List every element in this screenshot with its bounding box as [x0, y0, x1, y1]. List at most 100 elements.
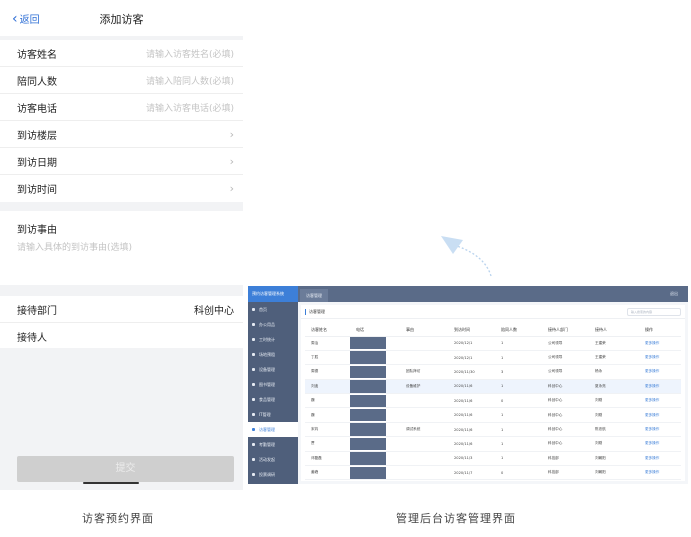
- table-row[interactable]: 周德 团队拜访 2020/11/30 3 公司领导 杨永 更多操作: [305, 364, 681, 380]
- redaction-block: [350, 351, 386, 364]
- cell-host: 陈忠航: [589, 422, 639, 438]
- chevron-right-icon: ›: [229, 127, 234, 141]
- more-actions-link[interactable]: 更多操作: [639, 393, 681, 409]
- table-row-highlighted[interactable]: 刘迪 设备维护 2020/11/6 1 科创中心 夏永亮 更多操作: [305, 379, 681, 395]
- cell-phone-redacted: [350, 379, 400, 395]
- sidebar-item-label: 访客管理: [259, 426, 275, 432]
- table-header-row: 访客姓名 电话 事由 到访时间 陪同人数 接待人部门 接待人 操作: [305, 324, 681, 337]
- cell-dept: 科创中心: [542, 393, 589, 409]
- more-actions-link[interactable]: 更多操作: [639, 465, 681, 481]
- field-label: 访客姓名: [17, 49, 57, 61]
- table-row[interactable]: 周治 2020/12/1 1 公司领导 王建荣 更多操作: [305, 336, 681, 351]
- mobile-caption: 访客预约界面: [82, 512, 154, 525]
- more-actions-link[interactable]: 更多操作: [639, 379, 681, 395]
- main-panel: 访客管理 输入搜索的内容 访客姓名 电话 事由 到访时间 陪同人数 接待人部门: [301, 305, 685, 481]
- visitor-phone-field[interactable]: 访客电话 请输入访客电话(必填): [0, 94, 243, 121]
- reason-label: 到访事由: [17, 225, 57, 236]
- redaction-block: [350, 365, 386, 379]
- cell-phone-redacted: [350, 422, 400, 438]
- sidebar-item[interactable]: 工时统计: [248, 332, 298, 347]
- column-header: 接待人: [589, 324, 639, 337]
- text-fields-group: 访客姓名 请输入访客姓名(必填) 陪同人数 请输入陪同人数(必填) 访客电话 请…: [0, 40, 243, 202]
- table-row[interactable]: 魏 2020/11/6 0 科创中心 刘刚 更多操作: [305, 393, 681, 409]
- sidebar-item[interactable]: IT管理: [248, 407, 298, 422]
- cell-name: 贾: [305, 436, 350, 452]
- more-actions-link[interactable]: 更多操作: [639, 364, 681, 380]
- sidebar-item[interactable]: 场地预租: [248, 347, 298, 362]
- redaction-block: [350, 423, 386, 436]
- companion-count-field[interactable]: 陪同人数 请输入陪同人数(必填): [0, 67, 243, 94]
- location-icon: [252, 353, 255, 356]
- cell-time: 2020/11/6: [448, 436, 495, 452]
- admin-caption: 管理后台访客管理界面: [396, 512, 516, 525]
- receiving-dept-field[interactable]: 接待部门 科创中心: [0, 296, 243, 323]
- cell-name: 魏: [305, 407, 350, 423]
- cell-reason: [400, 336, 448, 351]
- sidebar-item[interactable]: 首页: [248, 302, 298, 317]
- sidebar-item[interactable]: 图书管理: [248, 377, 298, 392]
- cell-host: 刘刚: [589, 436, 639, 452]
- sidebar-item-active[interactable]: 访客管理: [248, 422, 298, 437]
- logout-link[interactable]: 退出: [670, 286, 678, 302]
- table-row[interactable]: 宋钧 调试系统 2020/11/6 1 科创中心 陈忠航 更多操作: [305, 422, 681, 438]
- column-header: 接待人部门: [542, 324, 589, 337]
- picker-label: 到访时间: [17, 185, 57, 196]
- field-placeholder: 请输入访客姓名(必填): [145, 49, 234, 60]
- panel-title: 访客管理: [305, 309, 325, 315]
- visit-date-picker[interactable]: 到访日期 ›: [0, 148, 243, 175]
- vote-icon: [252, 473, 255, 476]
- more-actions-link[interactable]: 更多操作: [639, 350, 681, 366]
- nav-bar: ‹ 返回 添加访客: [0, 0, 243, 36]
- cell-count: 1: [495, 336, 542, 351]
- cell-count: 1: [495, 451, 542, 467]
- tab-visitor-management[interactable]: 访客管理: [300, 289, 328, 302]
- cell-dept: 科技部: [542, 451, 589, 467]
- submit-button[interactable]: 提交: [17, 456, 234, 482]
- cell-dept: 科创中心: [542, 407, 589, 423]
- redaction-block: [350, 452, 386, 465]
- sidebar-item[interactable]: 设备管理: [248, 362, 298, 377]
- column-header: 访客姓名: [305, 324, 350, 337]
- table-row[interactable]: 贾 2020/11/6 1 科创中心 刘刚 更多操作: [305, 436, 681, 452]
- food-icon: [252, 398, 255, 401]
- more-actions-link[interactable]: 更多操作: [639, 422, 681, 438]
- picker-label: 到访楼层: [17, 130, 57, 142]
- search-input[interactable]: 输入搜索的内容: [627, 308, 681, 316]
- sidebar-item[interactable]: 办公用品: [248, 317, 298, 332]
- admin-visitor-management: 预约访客管理系统 访客管理 退出 首页 办公用品 工时统计 场地预租 设备管理 …: [248, 286, 688, 484]
- table-row[interactable]: 姜峰 2020/11/7 0 科技部 刘朝阳 更多操作: [305, 465, 681, 481]
- monitor-icon: [252, 413, 255, 416]
- visit-reason-field[interactable]: 到访事由 请输入具体的到访事由(选填): [0, 211, 243, 285]
- cell-phone-redacted: [350, 336, 400, 351]
- curved-arrow-icon: [441, 236, 492, 277]
- visitor-name-field[interactable]: 访客姓名 请输入访客姓名(必填): [0, 40, 243, 67]
- sidebar-item[interactable]: 食品管理: [248, 392, 298, 407]
- table-row[interactable]: 魏 2020/11/6 1 科创中心 刘刚 更多操作: [305, 407, 681, 423]
- more-actions-link[interactable]: 更多操作: [639, 436, 681, 452]
- sidebar-item[interactable]: 考勤管理: [248, 437, 298, 452]
- cell-name: 邓磊磊: [305, 451, 350, 467]
- visit-time-picker[interactable]: 到访时间 ›: [0, 175, 243, 202]
- sidebar-item[interactable]: 投票调研: [248, 467, 298, 482]
- sidebar-item[interactable]: 活动发起: [248, 452, 298, 467]
- brand-title: 预约访客管理系统: [248, 286, 298, 302]
- receiver-field[interactable]: 接待人: [0, 323, 243, 350]
- sidebar-item-label: 场地预租: [259, 351, 275, 357]
- table-row[interactable]: 邓磊磊 2020/11/3 1 科技部 刘朝阳 更多操作: [305, 451, 681, 467]
- more-actions-link[interactable]: 更多操作: [639, 336, 681, 351]
- cell-dept: 公司领导: [542, 350, 589, 366]
- redaction-block: [350, 437, 386, 451]
- more-actions-link[interactable]: 更多操作: [639, 407, 681, 423]
- cell-time: 2020/12/1: [448, 350, 495, 366]
- more-actions-link[interactable]: 更多操作: [639, 451, 681, 467]
- book-icon: [252, 383, 255, 386]
- cell-reason: 调试系统: [400, 422, 448, 438]
- cell-name: 姜峰: [305, 465, 350, 481]
- cell-phone-redacted: [350, 407, 400, 423]
- visit-floor-picker[interactable]: 到访楼层 ›: [0, 121, 243, 148]
- cell-host: 刘朝阳: [589, 451, 639, 467]
- cell-dept: 科创中心: [542, 436, 589, 452]
- cell-host: 杨永: [589, 364, 639, 380]
- cell-count: 1: [495, 407, 542, 423]
- table-row[interactable]: 丁胜 2020/12/1 1 公司领导 王建荣 更多操作: [305, 350, 681, 366]
